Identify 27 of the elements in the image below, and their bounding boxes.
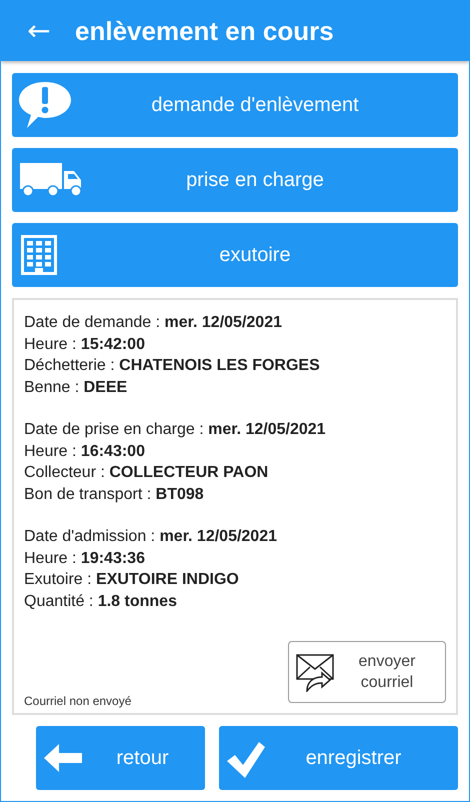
detail-line: Benne : DEEE xyxy=(24,378,128,398)
detail-line: Heure : 16:43:00 xyxy=(24,442,146,462)
detail-line: Collecteur : COLLECTEUR PAON xyxy=(24,463,270,483)
truck-icon xyxy=(18,163,84,197)
detail-line: Heure : 15:42:00 xyxy=(24,334,146,354)
send-email-button[interactable]: envoyer courriel xyxy=(288,641,446,703)
detail-line: Date d'admission : mer. 12/05/2021 xyxy=(24,527,278,547)
detail-line: Exutoire : EXUTOIRE INDIGO xyxy=(24,570,240,590)
detail-line: Heure : 19:43:36 xyxy=(24,548,146,568)
detail-line: Déchetterie : CHATENOIS LES FORGES xyxy=(24,356,321,376)
speech-bubble-exclamation-icon xyxy=(18,81,72,129)
email-status: Courriel non envoyé xyxy=(24,694,132,709)
detail-line: Date de demande : mer. 12/05/2021 xyxy=(24,313,283,333)
detail-line: Quantité : 1.8 tonnes xyxy=(24,592,178,612)
footer-button[interactable]: enregistrer xyxy=(219,726,458,790)
detail-line: Date de prise en charge : mer. 12/05/2021 xyxy=(24,420,327,440)
section-button[interactable]: demande d'enlèvement xyxy=(12,73,458,137)
left-arrow-icon xyxy=(43,743,83,773)
detail-line: Bon de transport : BT098 xyxy=(24,484,205,504)
footer-button[interactable]: retour xyxy=(36,726,205,790)
building-icon xyxy=(21,235,57,275)
checkmark-icon xyxy=(226,741,266,779)
envelope-arrow-icon xyxy=(295,652,335,692)
section-button[interactable]: exutoire xyxy=(12,223,458,287)
section-button[interactable]: prise en charge xyxy=(12,148,458,212)
screen-title: enlèvement en cours xyxy=(75,16,334,46)
back-button[interactable]: ← xyxy=(25,17,53,45)
